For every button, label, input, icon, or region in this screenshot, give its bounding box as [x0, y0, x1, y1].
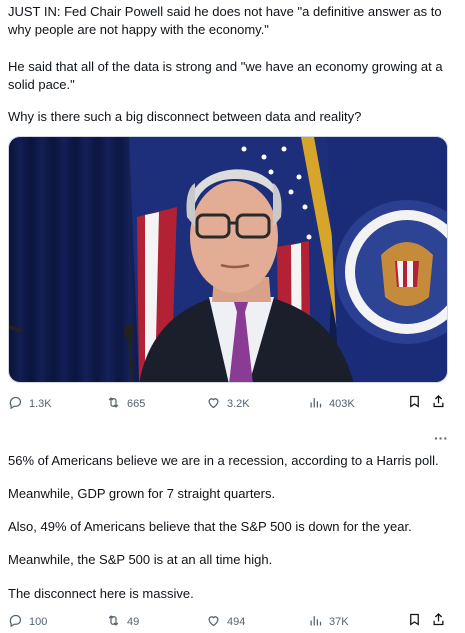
- repost-count: 49: [127, 616, 140, 628]
- like-button[interactable]: 494: [206, 613, 245, 631]
- reply-count: 1.3K: [29, 398, 52, 410]
- reply-icon: [8, 395, 23, 413]
- like-count: 494: [227, 616, 246, 628]
- tweet-2-paragraph-2: Meanwhile, GDP grown for 7 straight quar…: [8, 486, 276, 501]
- reply-button[interactable]: 100: [8, 613, 47, 631]
- repost-button[interactable]: 49: [106, 613, 139, 631]
- views-icon: [308, 613, 323, 631]
- share-icon: [431, 394, 446, 414]
- share-icon: [431, 612, 446, 632]
- views-count: 37K: [329, 616, 349, 628]
- share-button[interactable]: [430, 612, 446, 632]
- share-button[interactable]: [430, 394, 446, 414]
- like-icon: [206, 613, 221, 631]
- tweet-photo[interactable]: [8, 136, 448, 383]
- tweet-2-actions: 100 49 494 37K: [8, 612, 448, 632]
- tweet-1: JUST IN: Fed Chair Powell said he does n…: [0, 0, 465, 420]
- tweet-1-paragraph-2: He said that all of the data is strong a…: [8, 59, 443, 92]
- repost-icon: [106, 613, 121, 631]
- tweet-2-paragraph-4: Meanwhile, the S&P 500 is at an all time…: [8, 552, 273, 567]
- tweet-2-paragraph-1: 56% of Americans believe we are in a rec…: [8, 453, 439, 468]
- bookmark-button[interactable]: [406, 613, 422, 631]
- tweet-1-paragraph-3: Why is there such a big disconnect betwe…: [8, 109, 362, 124]
- like-button[interactable]: 3.2K: [206, 395, 250, 413]
- tweet-1-actions: 1.3K 665 3.2K 403K: [8, 394, 448, 414]
- press-conference-photo: [9, 137, 447, 382]
- tweet-1-paragraph-1: JUST IN: Fed Chair Powell said he does n…: [8, 4, 442, 37]
- tweet-2-paragraph-5: The disconnect here is massive.: [8, 586, 194, 601]
- views-button[interactable]: 403K: [308, 395, 355, 413]
- bookmark-icon: [407, 612, 422, 632]
- like-count: 3.2K: [227, 398, 250, 410]
- repost-count: 665: [127, 398, 146, 410]
- reply-button[interactable]: 1.3K: [8, 395, 52, 413]
- views-count: 403K: [329, 398, 355, 410]
- bookmark-button[interactable]: [406, 395, 422, 413]
- tweet-2-paragraph-3: Also, 49% of Americans believe that the …: [8, 519, 412, 534]
- repost-button[interactable]: 665: [106, 395, 145, 413]
- tweet-2: ··· 56% of Americans believe we are in a…: [0, 428, 465, 633]
- repost-icon: [106, 395, 121, 413]
- like-icon: [206, 395, 221, 413]
- bookmark-icon: [407, 394, 422, 414]
- reply-count: 100: [29, 616, 48, 628]
- views-icon: [308, 395, 323, 413]
- more-options-icon[interactable]: ···: [434, 430, 448, 446]
- views-button[interactable]: 37K: [308, 613, 349, 631]
- reply-icon: [8, 613, 23, 631]
